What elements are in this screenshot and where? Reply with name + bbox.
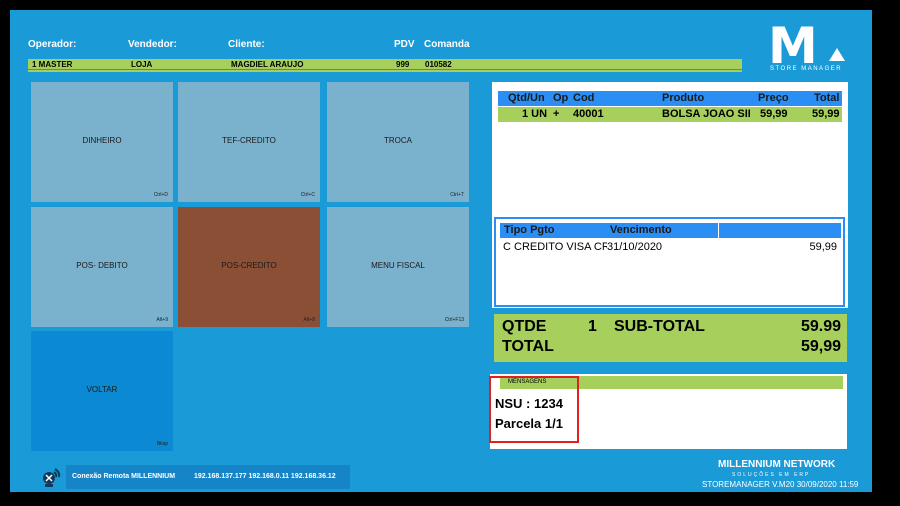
tile-menu-fiscal[interactable]: MENU FISCAL Ctrl+F13 [327,207,469,327]
tile-shortcut: Ctrl+D [153,192,168,198]
tile-label: DINHEIRO [82,136,122,145]
tile-dinheiro[interactable]: DINHEIRO Ctrl+D [31,82,173,202]
header-divider [28,70,742,72]
total-value: 59,99 [800,338,841,355]
qtde-value: 1 [588,318,597,335]
row-tipo-pgto: C CREDITO VISA CRE [503,241,607,253]
tile-shortcut: Alt+9 [156,317,168,323]
tile-shortcut: Alt+8 [303,317,315,323]
operador-value: 1 MASTER [32,60,73,69]
connection-label[interactable]: Conexão Remota MILLENNIUM [66,465,192,489]
row-valor: 59,99 [809,241,837,253]
tile-tef-credito[interactable]: TEF-CREDITO Ctrl+C [178,82,320,202]
items-table-header: Qtd/Un Op Cod Produto Preço Total [498,91,842,106]
comanda-value: 010582 [425,60,452,69]
row-op: + [553,108,560,120]
remote-connection-icon[interactable] [40,466,62,488]
row-total: 59,99 [812,108,840,120]
pdv-value: 999 [396,60,410,69]
qtde-label: QTDE [502,318,547,335]
totals-bar: QTDE 1 SUB-TOTAL 59.99 TOTAL 59,99 [494,314,847,362]
tile-shortcut: Ctrl+T [450,192,464,198]
col-produto: Produto [662,92,705,104]
tile-label: VOLTAR [86,385,118,394]
col-total: Total [814,92,840,104]
version-datetime: STOREMANAGER V.M20 30/09/2020 11:59 [702,480,859,489]
ip-addresses: 192.168.137.177 192.168.0.11 192.168.36.… [188,465,350,489]
tile-shortcut: Bksp [156,441,168,447]
payment-table-header: Tipo Pgto Vencimento [500,223,841,238]
tile-label: POS-CREDITO [221,261,277,270]
tile-voltar[interactable]: VOLTAR Bksp [31,331,173,451]
row-cod: 40001 [573,108,604,120]
cliente-label: Cliente: [228,39,265,50]
highlight-box [489,376,579,443]
tile-label: MENU FISCAL [371,261,425,270]
col-qtd: Qtd/Un [508,92,545,104]
row-produto: BOLSA JOAO SILV [662,108,750,120]
col-vencimento: Vencimento [610,224,672,236]
tile-shortcut: Ctrl+C [300,192,315,198]
pdv-label: PDV [394,39,415,50]
col-op: Op [553,92,569,104]
payment-table: Tipo Pgto Vencimento C CREDITO VISA CRE … [494,217,845,307]
subtotal-label: SUB-TOTAL [614,318,705,335]
brand-name: MILLENNIUM NETWORK [718,459,836,470]
cliente-value: MAGDIEL ARAUJO [231,60,304,69]
col-tipo-pgto: Tipo Pgto [504,224,555,236]
tile-shortcut: Ctrl+F13 [444,317,464,323]
col-preco: Preço [758,92,789,104]
comanda-label: Comanda [424,39,470,50]
table-row[interactable]: 1 UN + 40001 BOLSA JOAO SILV 59,99 59,99 [498,107,842,122]
pos-window: Operador: Vendedor: Cliente: PDV Comanda… [10,10,872,492]
row-preco: 59,99 [760,108,788,120]
row-vencimento: 31/10/2020 [607,241,663,253]
operador-label: Operador: [28,39,77,50]
brand-subtitle: SOLUÇÕES EM ERP [732,472,811,478]
logo-triangle-icon [829,48,845,61]
tile-label: TEF-CREDITO [222,136,276,145]
tile-pos-debito[interactable]: POS- DEBITO Alt+9 [31,207,173,327]
subtotal-value: 59.99 [800,318,841,335]
table-row[interactable]: C CREDITO VISA CRE 31/10/2020 59,99 [500,239,841,255]
tile-label: POS- DEBITO [76,261,128,270]
header-separator [718,223,719,238]
tile-troca[interactable]: TROCA Ctrl+T [327,82,469,202]
vendedor-value: LOJA [131,60,153,69]
total-label: TOTAL [502,338,554,355]
logo-subtitle: STORE MANAGER [770,66,843,72]
row-qtd: 1 UN [522,108,548,120]
tile-label: TROCA [384,136,412,145]
vendedor-label: Vendedor: [128,39,177,50]
tile-pos-credito[interactable]: POS-CREDITO Alt+8 [178,207,320,327]
store-manager-logo: M [768,17,818,75]
col-cod: Cod [573,92,595,104]
